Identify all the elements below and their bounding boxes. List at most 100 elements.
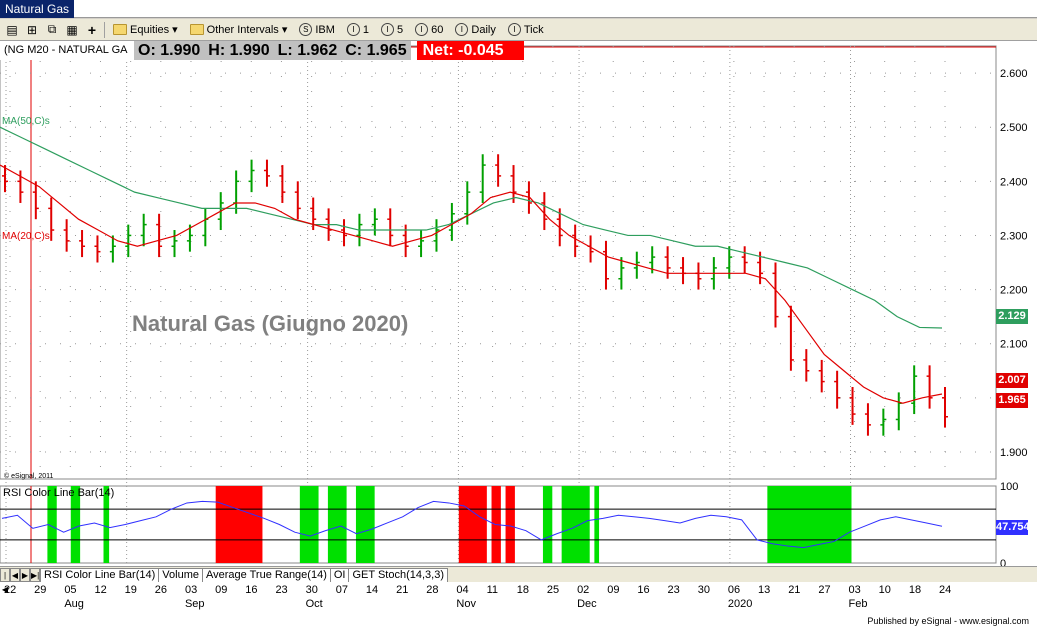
x-day-label: 30 [697, 584, 710, 596]
footer-credit: Published by eSignal - www.esignal.com [0, 616, 1037, 626]
interval-icon: I [455, 23, 469, 36]
x-day-label: 10 [878, 584, 891, 596]
quote-bar: (NG M20 - NATURAL GA O: 1.990 H: 1.990 L… [0, 41, 524, 60]
price-panel-frame [0, 45, 997, 480]
equities-menu[interactable]: Equities ▾ [109, 20, 182, 40]
copy-icon[interactable]: ⧉ [44, 22, 60, 38]
symbol-icon: S [299, 23, 313, 36]
x-day-label: 07 [335, 584, 349, 596]
tab-stoch[interactable]: GET Stoch(14,3,3) [348, 568, 448, 582]
interval-1-label: 1 [362, 23, 370, 36]
x-day-label: 24 [939, 584, 952, 596]
esignal-copyright: © eSignal, 2011 [4, 473, 54, 480]
x-day-label: 25 [546, 584, 560, 596]
rsi-overbought-zone [458, 486, 487, 563]
interval-daily-label: Daily [471, 23, 496, 36]
x-day-label: 06 [727, 584, 741, 596]
ma50-label: MA(50,C)s [2, 116, 50, 127]
rsi-oversold-zone [299, 486, 319, 563]
tab-last-button[interactable]: ▶| [30, 568, 40, 582]
low-value: L: 1.962 [273, 41, 342, 60]
symbol-ibm-button[interactable]: S IBM [295, 20, 339, 40]
x-day-label: 30 [305, 584, 318, 596]
x-day-label: 23 [275, 584, 288, 596]
close-value: C: 1.965 [341, 41, 411, 60]
x-day-label: 21 [788, 584, 801, 596]
x-day-label: 11 [486, 584, 498, 596]
x-day-label: 18 [908, 584, 922, 596]
tab-next-button[interactable]: ▶ [20, 568, 30, 582]
x-month-label: Dec [577, 598, 597, 610]
rsi-overbought-zone [505, 486, 515, 563]
interval-tick-label: Tick [523, 23, 544, 36]
intervals-label: Other Intervals [206, 23, 279, 36]
toolbar-separator [104, 21, 105, 38]
tab-first-button[interactable]: |◀ [0, 568, 10, 594]
tab-atr[interactable]: Average True Range(14) [201, 568, 331, 582]
ma20-price-tag: 2.007 [996, 373, 1028, 388]
price-tick-label: 2.500 [1000, 122, 1028, 134]
interval-5-button[interactable]: I5 [377, 20, 407, 40]
folder-icon [113, 24, 127, 35]
interval-daily-button[interactable]: I Daily [451, 20, 499, 40]
study-tabs: |◀ ◀ ▶ ▶| RSI Color Line Bar(14) Volume … [0, 566, 1037, 594]
x-day-label: 03 [848, 584, 861, 596]
x-day-label: 09 [215, 584, 228, 596]
interval-icon: I [507, 23, 521, 36]
price-tick-label: 2.600 [1000, 68, 1028, 80]
interval-5-label: 5 [397, 23, 404, 36]
interval-60-label: 60 [431, 23, 444, 36]
symbol-label: (NG M20 - NATURAL GA [0, 41, 134, 60]
toolbar: ▤ ⊞ ⧉ ▦ + Equities ▾ Other Intervals ▾ S… [0, 19, 1037, 41]
chart-watermark: Natural Gas (Giugno 2020) [132, 311, 409, 336]
add-icon[interactable]: + [84, 22, 100, 38]
rsi-oversold-zone [561, 486, 590, 563]
tab-volume[interactable]: Volume [158, 568, 203, 582]
x-day-label: 26 [154, 584, 168, 596]
x-day-label: 02 [577, 584, 590, 596]
chart-area[interactable]: 1.9002.0002.1002.2002.3002.4002.5002.600… [0, 41, 1037, 626]
interval-1-button[interactable]: I1 [343, 20, 373, 40]
rsi-oversold-zone [542, 486, 553, 563]
x-day-label: 29 [34, 584, 47, 596]
x-day-label: 28 [426, 584, 439, 596]
tab-prev-button[interactable]: ◀ [10, 568, 20, 582]
window-titlebar: Natural Gas [0, 0, 1037, 18]
rsi-oversold-zone [767, 486, 852, 563]
rsi-title: RSI Color Line Bar(14) [3, 487, 115, 499]
rsi-oversold-zone [327, 486, 347, 563]
new-window-icon[interactable]: ⊞ [24, 22, 40, 38]
tab-oi[interactable]: OI [329, 568, 350, 582]
high-value: H: 1.990 [204, 41, 274, 60]
price-tick-label: 2.100 [1000, 339, 1028, 351]
chart-icon[interactable]: ▤ [4, 22, 20, 38]
interval-60-button[interactable]: I 60 [411, 20, 447, 40]
page-icon[interactable]: ▦ [64, 22, 80, 38]
x-day-label: 18 [516, 584, 529, 596]
x-month-label: Feb [848, 598, 868, 610]
window-title: Natural Gas [0, 0, 75, 18]
interval-icon: I [346, 23, 360, 36]
x-day-label: 04 [456, 584, 469, 596]
x-day-label: 12 [94, 584, 107, 596]
equities-label: Equities [130, 23, 170, 36]
intervals-menu[interactable]: Other Intervals ▾ [186, 20, 292, 40]
tab-rsi[interactable]: RSI Color Line Bar(14) [40, 568, 160, 582]
x-month-label: 2020 [727, 598, 753, 610]
x-day-label: 05 [64, 584, 77, 596]
x-day-label: 19 [124, 584, 137, 596]
interval-icon: I [381, 23, 395, 36]
x-day-label: 03 [184, 584, 198, 596]
rsi-oversold-zone [355, 486, 375, 563]
x-day-label: 21 [396, 584, 409, 596]
x-day-label: 16 [245, 584, 258, 596]
ma50-price-tag: 2.129 [996, 309, 1028, 324]
interval-icon: I [415, 23, 429, 36]
ibm-label: IBM [315, 23, 335, 36]
price-tick-label: 1.900 [1000, 447, 1028, 459]
open-value: O: 1.990 [134, 41, 205, 60]
price-tick-label: 2.200 [1000, 285, 1028, 297]
x-month-label: Oct [305, 598, 323, 610]
interval-tick-button[interactable]: I Tick [504, 20, 548, 40]
x-day-label: 13 [758, 584, 771, 596]
